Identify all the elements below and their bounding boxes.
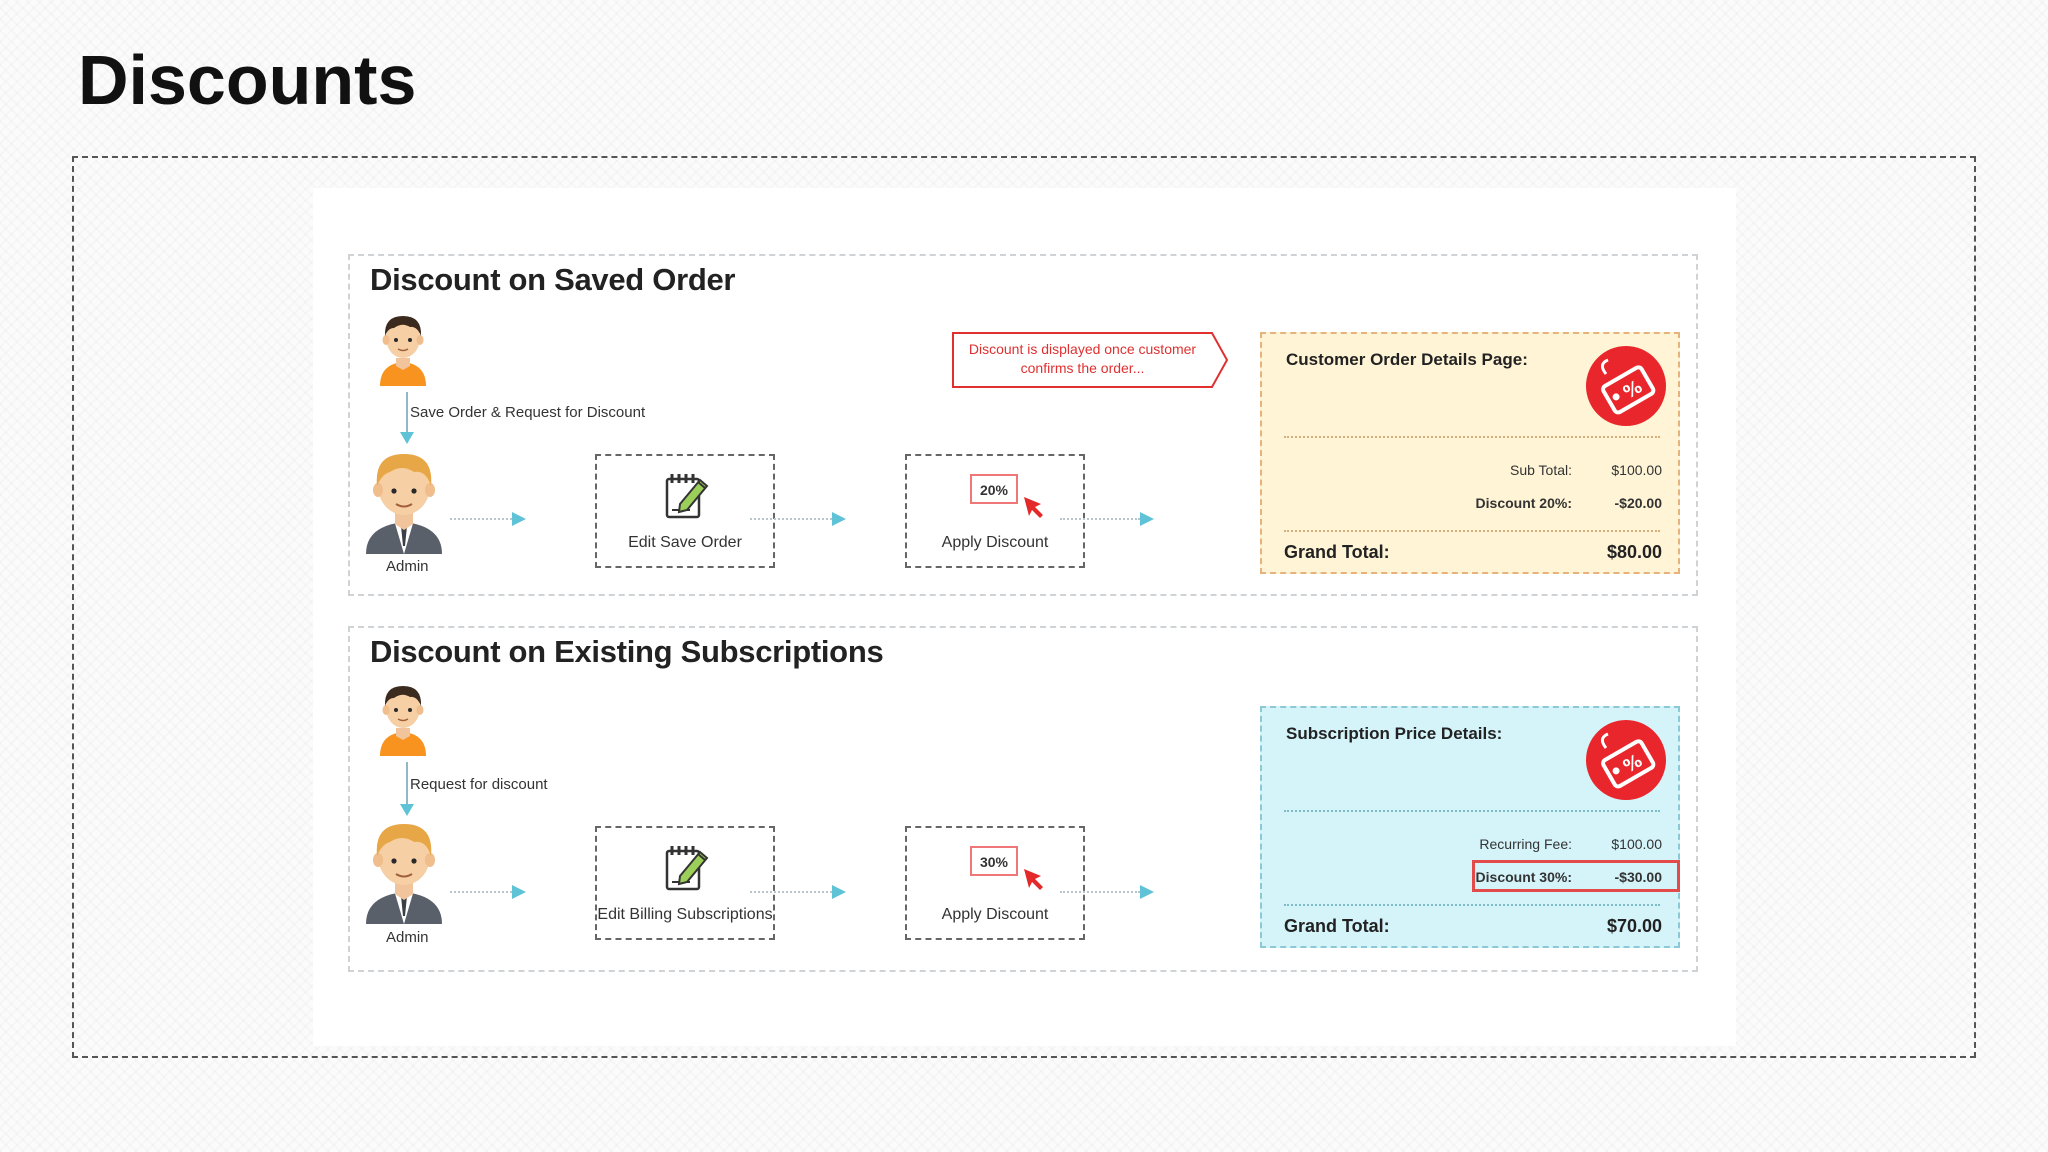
customer-avatar-icon	[374, 678, 432, 758]
request-label: Request for discount	[410, 776, 548, 793]
row-value: -$20.00	[1614, 495, 1662, 511]
admin-avatar-icon	[362, 816, 446, 926]
discount-tag-icon	[1584, 718, 1668, 802]
discount-callout: Discount is displayed once customer conf…	[952, 332, 1228, 388]
flow-arrow-icon	[750, 884, 846, 900]
notepad-pencil-icon	[660, 842, 712, 894]
admin-label: Admin	[386, 929, 429, 946]
grand-total-row: Grand Total: $70.00	[1284, 916, 1662, 940]
details-title: Customer Order Details Page:	[1286, 350, 1528, 369]
discount-row: Discount 30%: -$30.00	[1362, 869, 1662, 891]
grand-total-value: $70.00	[1606, 916, 1662, 936]
admin-avatar-icon	[362, 446, 446, 556]
flow-arrow-icon	[450, 511, 526, 527]
step-label: Edit Save Order	[628, 534, 742, 551]
recurring-fee-row: Recurring Fee: $100.00	[1362, 836, 1662, 858]
divider	[1284, 810, 1660, 812]
cursor-click-icon	[1021, 866, 1047, 892]
flow-arrow-icon	[750, 511, 846, 527]
row-label: Discount 30%:	[1475, 869, 1572, 885]
panel-title: Discount on Saved Order	[370, 262, 736, 297]
saved-order-panel: Discount on Saved Order Save Order & Req…	[348, 254, 1698, 596]
slide-title: Discounts	[78, 41, 417, 119]
row-value: $100.00	[1611, 836, 1662, 852]
apply-discount-step: 30% Apply Discount	[905, 826, 1085, 940]
row-value: -$30.00	[1614, 869, 1662, 885]
divider	[1284, 530, 1660, 532]
diagram-canvas: Discount on Saved Order Save Order & Req…	[313, 188, 1736, 1046]
customer-avatar-icon	[374, 308, 432, 388]
details-title: Subscription Price Details:	[1286, 724, 1503, 743]
grand-total-label: Grand Total:	[1284, 916, 1390, 936]
discount-tag-icon	[1584, 344, 1668, 428]
panel-title: Discount on Existing Subscriptions	[370, 634, 884, 669]
flow-arrow-icon	[450, 884, 526, 900]
row-label: Recurring Fee:	[1479, 836, 1572, 852]
subtotal-row: Sub Total: $100.00	[1362, 462, 1662, 484]
subscriptions-panel: Discount on Existing Subscriptions Reque…	[348, 626, 1698, 972]
apply-discount-step: 20% Apply Discount	[905, 454, 1085, 568]
divider	[1284, 904, 1660, 906]
subscription-details-card: Subscription Price Details: Recurring Fe…	[1260, 706, 1680, 948]
step-label: Apply Discount	[941, 906, 1049, 923]
grand-total-label: Grand Total:	[1284, 542, 1390, 562]
cursor-click-icon	[1021, 494, 1047, 520]
flow-arrow-icon	[1060, 511, 1154, 527]
notepad-pencil-icon	[660, 470, 712, 522]
step-label: Apply Discount	[941, 534, 1049, 551]
admin-label: Admin	[386, 558, 429, 575]
edit-save-order-step: Edit Save Order	[595, 454, 775, 568]
grand-total-value: $80.00	[1606, 542, 1662, 562]
row-value: $100.00	[1611, 462, 1662, 478]
row-label: Discount 20%:	[1475, 495, 1572, 511]
percent-badge: 30%	[970, 846, 1018, 876]
percent-badge: 20%	[970, 474, 1018, 504]
edit-billing-subscriptions-step: Edit Billing Subscriptions	[595, 826, 775, 940]
discount-row: Discount 20%: -$20.00	[1362, 495, 1662, 517]
request-label: Save Order & Request for Discount	[410, 404, 646, 421]
order-details-card: Customer Order Details Page: Sub Total: …	[1260, 332, 1680, 574]
grand-total-row: Grand Total: $80.00	[1284, 542, 1662, 566]
callout-text: Discount is displayed once customer conf…	[968, 341, 1197, 376]
step-label: Edit Billing Subscriptions	[597, 906, 773, 923]
flow-arrow-icon	[1060, 884, 1154, 900]
row-label: Sub Total:	[1509, 462, 1572, 478]
divider	[1284, 436, 1660, 438]
